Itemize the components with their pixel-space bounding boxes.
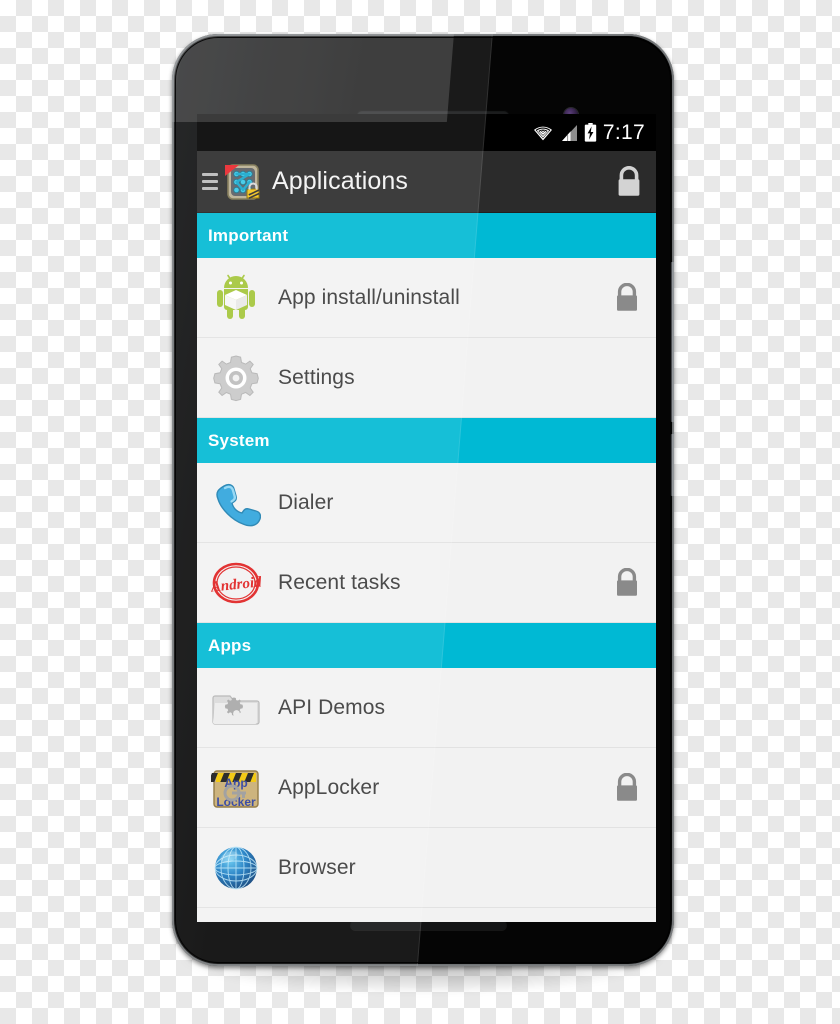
list-item-label: Dialer (278, 490, 334, 514)
list-item-label: API Demos (278, 695, 386, 719)
power-button[interactable] (670, 434, 674, 496)
list-item-label: AppLocker (278, 775, 380, 799)
phone-screen: 7:17 Applications Important App install/… (197, 114, 656, 922)
applocker-icon: App Locker (211, 763, 261, 813)
lock-icon[interactable] (614, 282, 640, 313)
hamburger-menu-icon[interactable] (199, 173, 221, 190)
list-item[interactable]: Settings (197, 338, 656, 418)
lock-icon[interactable] (616, 165, 642, 198)
list-item-label: Browser (278, 855, 356, 879)
action-bar: Applications (197, 151, 656, 213)
section-header-important: Important (197, 213, 656, 258)
section-header-label: System (208, 430, 270, 450)
list-item[interactable]: App install/uninstall (197, 258, 656, 338)
list-item[interactable]: Android Recent tasks (197, 543, 656, 623)
gear-icon (211, 353, 261, 403)
android-stamp-icon: Android (211, 558, 261, 608)
wifi-icon (531, 124, 555, 142)
phone-mockup: 7:17 Applications Important App install/… (172, 34, 674, 994)
phone-body: 7:17 Applications Important App install/… (172, 34, 674, 966)
section-header-apps: Apps (197, 623, 656, 668)
list-item[interactable]: API Demos (197, 668, 656, 748)
section-header-label: Important (208, 225, 289, 245)
section-header-label: Apps (208, 635, 252, 655)
list-item[interactable]: App Locker AppLocker (197, 748, 656, 828)
application-list[interactable]: Important App install/uninstall Settings… (197, 213, 656, 908)
status-bar: 7:17 (197, 114, 656, 151)
list-item-label: Recent tasks (278, 570, 401, 594)
list-item-label: Settings (278, 365, 355, 389)
android-robot-icon (211, 273, 261, 323)
status-bar-clock: 7:17 (602, 120, 645, 144)
page-title: Applications (272, 167, 409, 195)
lock-icon[interactable] (614, 567, 640, 598)
globe-icon (211, 843, 261, 893)
folder-gear-icon (211, 683, 261, 733)
list-item-label: App install/uninstall (278, 285, 460, 309)
phone-handset-icon (211, 478, 261, 528)
battery-charging-icon (584, 123, 597, 142)
lock-icon[interactable] (614, 772, 640, 803)
list-item[interactable]: Dialer (197, 463, 656, 543)
section-header-system: System (197, 418, 656, 463)
list-item[interactable]: Browser (197, 828, 656, 908)
status-bar-icons (531, 123, 597, 142)
cellular-signal-icon (561, 124, 578, 142)
pattern-lock-app-icon (223, 162, 263, 202)
volume-rocker-button[interactable] (670, 262, 674, 422)
